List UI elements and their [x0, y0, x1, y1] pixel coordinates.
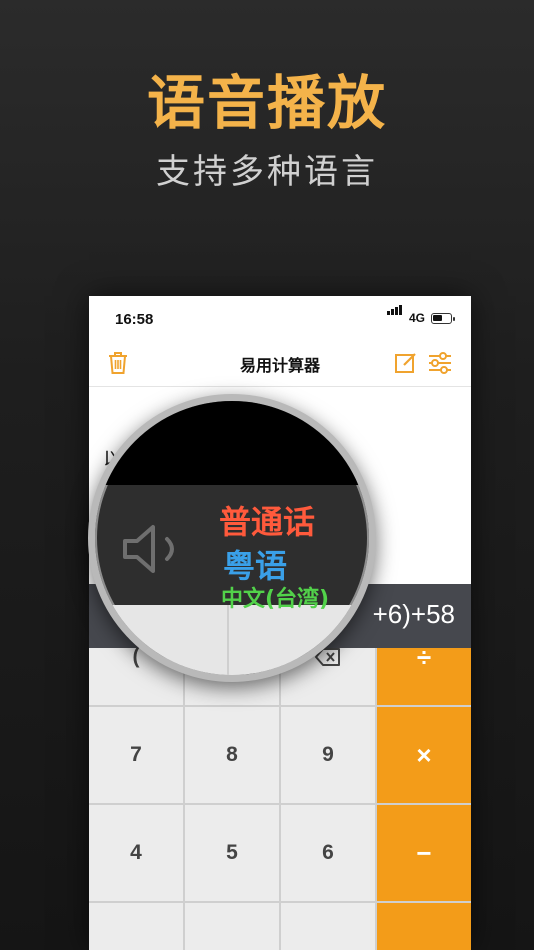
- status-time: 16:58: [115, 311, 154, 328]
- promo-subtitle: 支持多种语言: [156, 152, 378, 192]
- key-multiply[interactable]: ×: [377, 707, 471, 803]
- key-7[interactable]: 7: [89, 707, 183, 803]
- settings-sliders-icon[interactable]: [427, 350, 453, 376]
- key-5[interactable]: 5: [185, 805, 279, 901]
- speaker-icon[interactable]: [117, 519, 189, 583]
- promo-title: 语音播放: [146, 69, 387, 137]
- key-8[interactable]: 8: [185, 707, 279, 803]
- battery-icon: [431, 313, 455, 324]
- key-6[interactable]: 6: [281, 805, 375, 901]
- network-label: 4G: [409, 311, 426, 325]
- key-4[interactable]: 4: [89, 805, 183, 901]
- key-row4-col3[interactable]: [281, 903, 375, 950]
- magnifier-key-divider: [227, 605, 229, 675]
- expression-text: +6)+58: [372, 599, 455, 629]
- language-mandarin[interactable]: 普通话: [219, 497, 315, 543]
- nav-bar: 易用计算器: [89, 340, 471, 387]
- status-bar: 16:58 4G: [89, 296, 471, 340]
- key-row4-col2[interactable]: [185, 903, 279, 950]
- key-row4-col1[interactable]: [89, 903, 183, 950]
- magnifier-keypad-area: [95, 605, 369, 675]
- key-minus[interactable]: −: [377, 805, 471, 901]
- edit-icon[interactable]: [393, 350, 419, 376]
- key-9[interactable]: 9: [281, 707, 375, 803]
- magnifier-dark-band: [95, 401, 369, 485]
- magnifier-lens: 普通话 粤语 中文(台湾): [88, 394, 376, 682]
- language-chinese-taiwan[interactable]: 中文(台湾): [221, 581, 329, 613]
- key-row4-col4[interactable]: [377, 903, 471, 950]
